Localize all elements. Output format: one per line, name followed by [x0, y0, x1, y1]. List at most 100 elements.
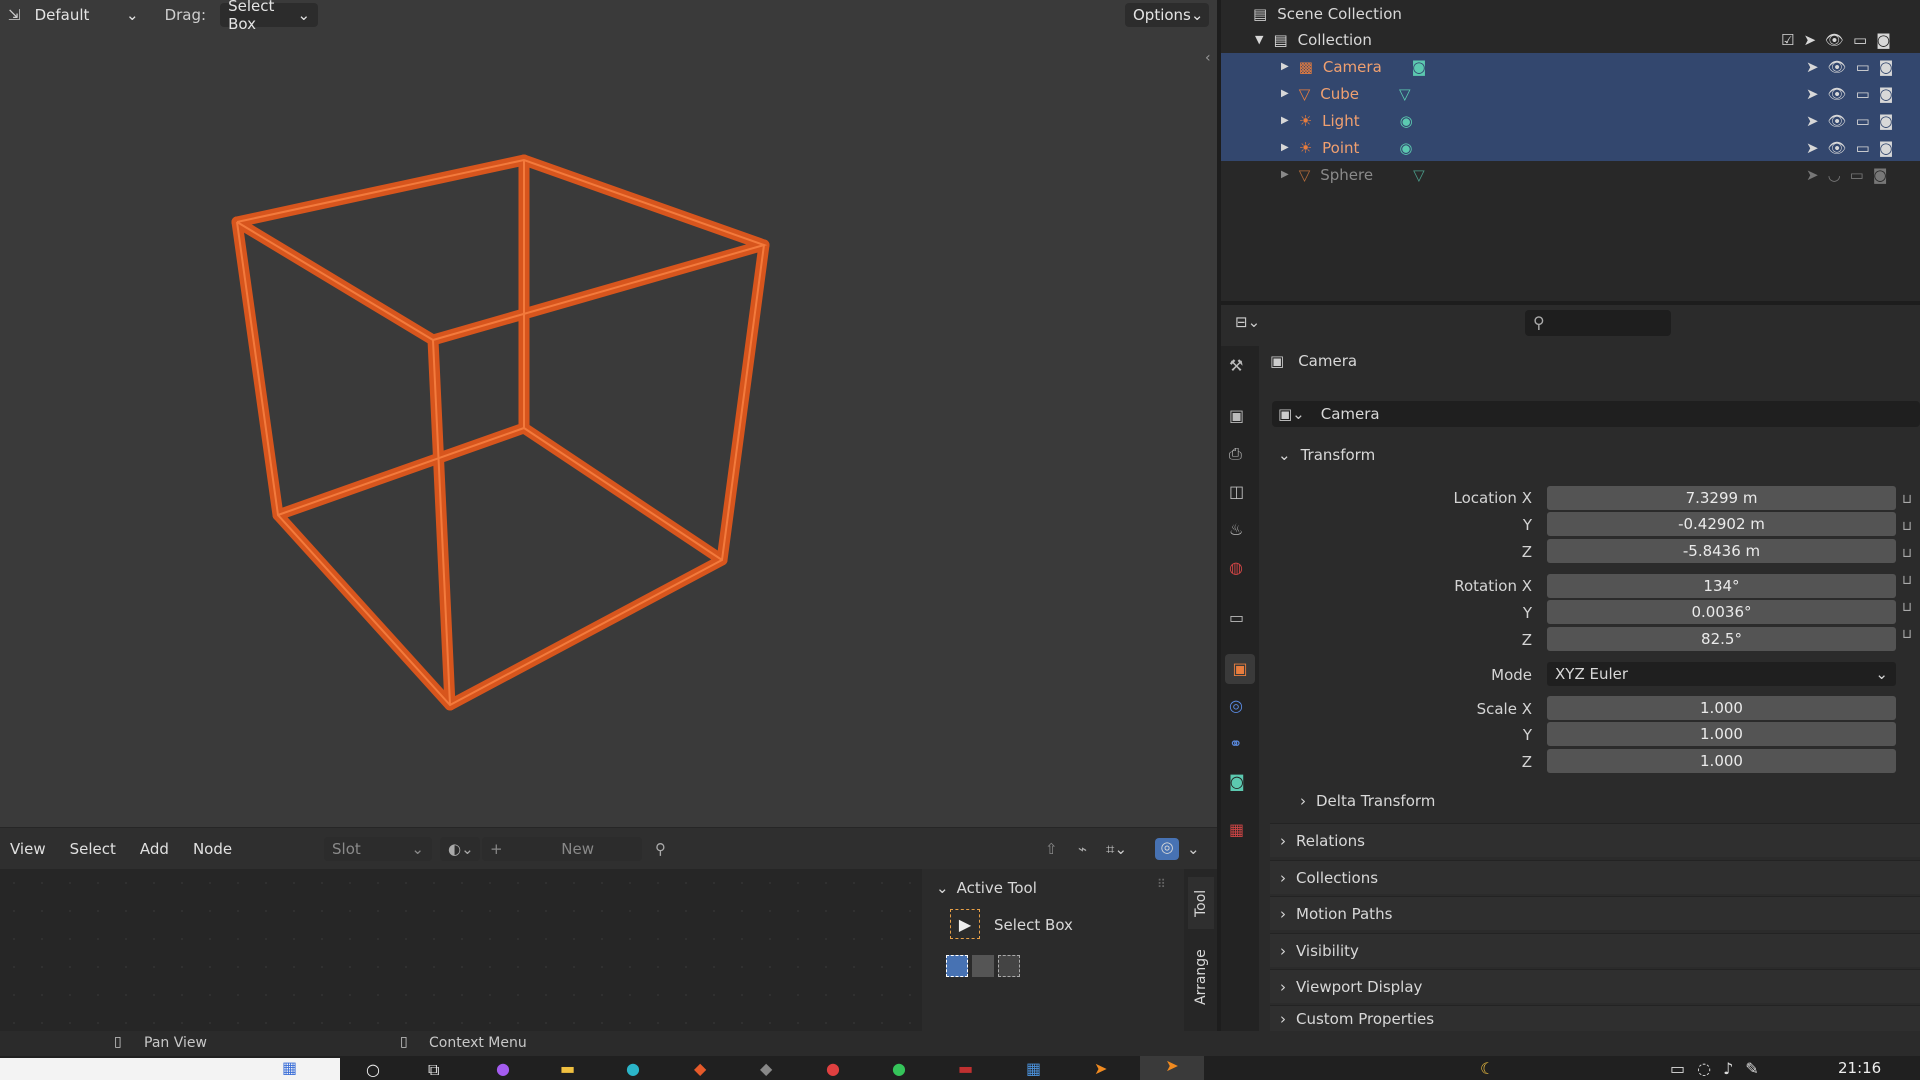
cube-wireframe[interactable] — [0, 0, 1217, 827]
section-visibility[interactable]: › Visibility — [1270, 933, 1920, 967]
lock-icon[interactable]: ⊔ — [1902, 621, 1912, 648]
blender-active-icon[interactable]: ➤ — [1140, 1056, 1204, 1080]
mode-set-icon[interactable] — [946, 955, 968, 977]
section-motion-paths[interactable]: › Motion Paths — [1270, 896, 1920, 930]
mesh-data-icon[interactable]: ▽ — [1399, 85, 1411, 103]
active-tool-header[interactable]: ⌄ Active Tool — [936, 879, 1037, 897]
task-view-icon[interactable]: ⧉ — [428, 1060, 439, 1080]
properties-search[interactable]: ⚲ — [1525, 310, 1671, 336]
lock-icon[interactable]: ⊔ — [1902, 540, 1912, 567]
parent-node-icon[interactable]: ⇧ — [1045, 840, 1058, 858]
system-tray-icons[interactable]: ▭◌♪✎ — [1670, 1059, 1771, 1078]
menu-add[interactable]: Add — [140, 840, 169, 858]
3d-viewport[interactable]: ⇲ Default ⌄ Drag: Select Box ⌄ Options ⌄… — [0, 0, 1217, 827]
app-icon[interactable]: ▬ — [958, 1059, 973, 1078]
row-toggles[interactable]: ➤👁▭◙ — [1806, 139, 1902, 157]
render-tab-icon[interactable]: ▣ — [1229, 406, 1244, 425]
blender-icon[interactable]: ➤ — [1094, 1059, 1107, 1078]
object-name-field[interactable]: Camera — [1321, 405, 1380, 423]
app-icon[interactable]: ● — [496, 1059, 510, 1078]
object-browse-icon[interactable]: ▣⌄ — [1278, 405, 1305, 423]
row-toggles[interactable]: ➤👁▭◙ — [1806, 58, 1902, 76]
chrome-icon[interactable]: ● — [826, 1059, 840, 1078]
texture-tab-icon[interactable]: ▦ — [1229, 820, 1244, 839]
object-tab-icon[interactable]: ▣ — [1225, 654, 1255, 684]
mode-subtract-icon[interactable] — [998, 955, 1020, 977]
output-tab-icon[interactable]: ⎙ — [1229, 444, 1242, 464]
expand-arrow-icon[interactable]: ▶ — [1281, 115, 1289, 126]
section-relations[interactable]: › Relations — [1270, 823, 1920, 857]
search-icon[interactable]: ○ — [366, 1060, 380, 1079]
rotation-y-field[interactable]: 0.0036° — [1547, 600, 1896, 624]
outliner-item-point[interactable]: ▶ ☀ Point ◉ ➤👁▭◙ — [1221, 134, 1920, 161]
lock-icon[interactable]: ⊔ — [1902, 486, 1912, 513]
light-data-icon[interactable]: ◉ — [1400, 112, 1413, 130]
row-toggles[interactable]: ➤👁▭◙ — [1806, 85, 1902, 103]
snap-icon[interactable]: ⌁ — [1078, 840, 1087, 858]
light-data-icon[interactable]: ◉ — [1399, 139, 1412, 157]
scale-y-field[interactable]: 1.000 — [1547, 722, 1896, 746]
row-toggles[interactable]: ➤👁▭◙ — [1806, 112, 1902, 130]
outliner-item-cube[interactable]: ▶ ▽ Cube ▽ ➤👁▭◙ — [1221, 80, 1920, 107]
object-data-tab-icon[interactable]: ◙ — [1229, 772, 1245, 791]
row-toggles[interactable]: ☑➤👁▭◙ — [1781, 31, 1900, 49]
object-selector[interactable]: ▣⌄ Camera — [1272, 401, 1920, 427]
drag-handle-icon[interactable]: ⠿ — [1157, 877, 1166, 891]
material-browse-button[interactable]: ◐⌄ — [440, 836, 480, 861]
chevron-down-icon[interactable]: ⌄ — [1187, 840, 1200, 858]
world-tab-icon[interactable]: ◍ — [1229, 558, 1243, 577]
location-x-field[interactable]: 7.3299 m — [1547, 486, 1896, 510]
snapping-dropdown[interactable]: ⌗⌄ — [1106, 840, 1127, 858]
constraints-tab-icon[interactable]: ⚭ — [1229, 734, 1242, 753]
slot-dropdown[interactable]: Slot ⌄ — [324, 836, 432, 861]
overlay-toggle-icon[interactable]: ◎ — [1155, 837, 1179, 860]
rotation-mode-dropdown[interactable]: XYZ Euler ⌄ — [1547, 662, 1896, 686]
scale-z-field[interactable]: 1.000 — [1547, 749, 1896, 773]
folder-icon[interactable]: ▬ — [560, 1059, 575, 1078]
section-collections[interactable]: › Collections — [1270, 860, 1920, 894]
app-icon[interactable]: ◆ — [760, 1059, 772, 1078]
tab-tool[interactable]: Tool — [1188, 877, 1214, 929]
app-icon[interactable]: ◆ — [694, 1059, 706, 1078]
mode-extend-icon[interactable] — [972, 955, 994, 977]
lock-icon[interactable]: ⊔ — [1902, 567, 1912, 594]
lock-icon[interactable]: ⊔ — [1902, 513, 1912, 540]
scene-tab-icon[interactable]: ♨ — [1229, 520, 1243, 539]
rotation-z-field[interactable]: 82.5° — [1547, 627, 1896, 651]
browser-icon[interactable]: ● — [626, 1059, 640, 1078]
collection-tab-icon[interactable]: ▭ — [1229, 608, 1244, 627]
select-box-icon[interactable]: ▶ — [950, 909, 980, 939]
outliner-item-light[interactable]: ▶ ☀ Light ◉ ➤👁▭◙ — [1221, 107, 1920, 134]
camera-data-icon[interactable]: ◙ — [1412, 58, 1427, 76]
section-custom-properties[interactable]: › Custom Properties — [1270, 1005, 1920, 1031]
menu-node[interactable]: Node — [193, 840, 232, 858]
tab-arrange[interactable]: Arrange — [1188, 935, 1214, 1019]
menu-select[interactable]: Select — [70, 840, 116, 858]
collection-row[interactable]: ▼ ▤ Collection ☑➤👁▭◙ — [1221, 26, 1920, 53]
new-material-button[interactable]: + New — [482, 836, 642, 861]
expand-arrow-icon[interactable]: ▼ — [1255, 33, 1263, 46]
physics-tab-icon[interactable]: ◎ — [1229, 696, 1243, 715]
mesh-data-icon[interactable]: ▽ — [1413, 166, 1425, 184]
pin-icon[interactable]: ⚲ — [655, 840, 666, 858]
delta-transform-header[interactable]: › Delta Transform — [1300, 792, 1435, 810]
calendar-icon[interactable]: ▦ — [282, 1058, 297, 1077]
whatsapp-icon[interactable]: ● — [892, 1059, 906, 1078]
row-toggles[interactable]: ➤◡▭◙ — [1806, 166, 1896, 184]
transform-header[interactable]: ⌄ Transform — [1278, 446, 1375, 464]
scene-collection-row[interactable]: ▤ Scene Collection — [1221, 0, 1920, 27]
calculator-icon[interactable]: ▦ — [1026, 1059, 1041, 1078]
tool-tab-icon[interactable]: ⚒ — [1229, 356, 1243, 375]
location-y-field[interactable]: -0.42902 m — [1547, 512, 1896, 536]
expand-arrow-icon[interactable]: ▶ — [1281, 169, 1289, 180]
lock-icon[interactable]: ⊔ — [1902, 594, 1912, 621]
expand-arrow-icon[interactable]: ▶ — [1281, 88, 1289, 99]
editor-type-dropdown[interactable]: ⊟⌄ — [1235, 313, 1260, 331]
rotation-x-field[interactable]: 134° — [1547, 574, 1896, 598]
scale-x-field[interactable]: 1.000 — [1547, 696, 1896, 720]
view-layer-tab-icon[interactable]: ◫ — [1229, 482, 1244, 501]
outliner-item-sphere[interactable]: ▶ ▽ Sphere ▽ ➤◡▭◙ — [1221, 161, 1920, 188]
menu-view[interactable]: View — [10, 840, 46, 858]
section-viewport-display[interactable]: › Viewport Display — [1270, 969, 1920, 1003]
location-z-field[interactable]: -5.8436 m — [1547, 539, 1896, 563]
